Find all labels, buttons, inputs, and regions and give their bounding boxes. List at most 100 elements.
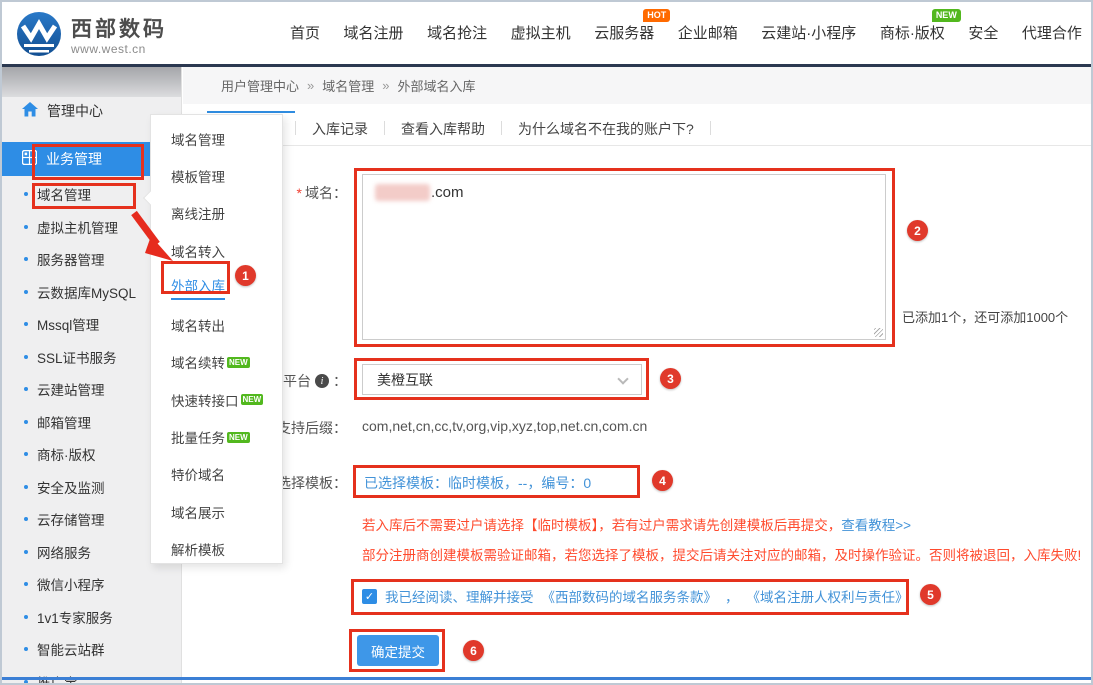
- breadcrumb: 用户管理中心 » 域名管理 » 外部域名入库: [183, 67, 1091, 104]
- brand-logo-icon: [16, 11, 62, 62]
- nav-security[interactable]: 安全: [968, 22, 998, 43]
- bullet-icon: [24, 257, 28, 261]
- tab-bar: 外部入库 入库记录 查看入库帮助 为什么域名不在我的账户下?: [183, 111, 1091, 146]
- terms-link-registrant-rights[interactable]: 《域名注册人权利与责任》: [747, 586, 909, 606]
- grid-icon: [22, 150, 37, 168]
- top-bar: 西部数码 www.west.cn 首页 域名注册 域名抢注 虚拟主机 云服务器H…: [2, 2, 1091, 67]
- view-tutorial-link[interactable]: 查看教程>>: [841, 518, 911, 533]
- chevron-down-icon: [617, 373, 628, 384]
- flyout-item-domain-transfer-out[interactable]: 域名转出: [151, 306, 282, 343]
- nav-enterprise-mail[interactable]: 企业邮箱: [678, 22, 738, 43]
- breadcrumb-separator: »: [307, 78, 314, 93]
- tab-storage-help[interactable]: 查看入库帮助: [385, 111, 501, 145]
- bullet-icon: [24, 355, 28, 359]
- brand-site-url: www.west.cn: [71, 42, 167, 56]
- bullet-icon: [24, 290, 28, 294]
- sidebar-item-management-center[interactable]: 管理中心: [22, 98, 103, 124]
- flyout-item-domain-management[interactable]: 域名管理: [151, 120, 282, 157]
- top-nav: 首页 域名注册 域名抢注 虚拟主机 云服务器HOT 企业邮箱 云建站·小程序 商…: [290, 2, 1082, 62]
- breadcrumb-current-page: 外部域名入库: [398, 76, 476, 95]
- bullet-icon: [24, 680, 28, 684]
- new-badge: NEW: [227, 357, 250, 368]
- home-icon: [22, 102, 38, 120]
- footer-accent-line: [2, 677, 1091, 680]
- flyout-item-domain-renewal[interactable]: 域名续转NEW: [151, 344, 282, 381]
- submit-button[interactable]: 确定提交: [357, 635, 439, 666]
- new-badge: NEW: [227, 432, 250, 443]
- flyout-item-special-domains[interactable]: 特价域名: [151, 456, 282, 493]
- bullet-icon: [24, 485, 28, 489]
- nav-agent[interactable]: 代理合作: [1022, 22, 1082, 43]
- supported-suffix-value: com,net,cn,cc,tv,org,vip,xyz,top,net.cn,…: [362, 418, 647, 434]
- sidebar-item-promotion[interactable]: 推广宝: [2, 666, 181, 685]
- sidebar-item-smart-cloud[interactable]: 智能云站群: [2, 633, 181, 666]
- flyout-item-template-management[interactable]: 模板管理: [151, 157, 282, 194]
- sidebar-item-wechat-miniprogram[interactable]: 微信小程序: [2, 568, 181, 601]
- required-mark: *: [297, 185, 302, 201]
- flyout-item-dns-template[interactable]: 解析模板: [151, 530, 282, 567]
- bullet-icon: [24, 582, 28, 586]
- step-badge-5: 5: [920, 584, 941, 605]
- platform-select[interactable]: 美橙互联: [362, 364, 642, 395]
- bullet-icon: [24, 225, 28, 229]
- flyout-item-quick-transfer-api[interactable]: 快速转接口NEW: [151, 381, 282, 418]
- bullet-icon: [24, 387, 28, 391]
- sidebar-home-label: 管理中心: [47, 101, 103, 121]
- new-badge: NEW: [932, 9, 961, 22]
- bullet-icon: [24, 420, 28, 424]
- sidebar-item-1v1-expert[interactable]: 1v1专家服务: [2, 601, 181, 634]
- domain-counter: 已添加1个，还可添加1000个: [902, 307, 1068, 326]
- agreement-checkbox[interactable]: ✓: [362, 589, 377, 604]
- tab-storage-records[interactable]: 入库记录: [296, 111, 384, 145]
- agreement-row: ✓ 我已经阅读、理解并接受 《西部数码的域名服务条款》 ， 《域名注册人权利与责…: [362, 586, 909, 606]
- breadcrumb-user-center[interactable]: 用户管理中心: [221, 76, 299, 95]
- textarea-resize-handle[interactable]: [874, 328, 883, 337]
- nav-domain-register[interactable]: 域名注册: [344, 22, 404, 43]
- notice-email-verification: 部分注册商创建模板需验证邮箱，若您选择了模板，提交后请关注对应的邮箱，及时操作验…: [362, 544, 1081, 564]
- page: 西部数码 www.west.cn 首页 域名注册 域名抢注 虚拟主机 云服务器H…: [0, 0, 1093, 685]
- nav-trademark[interactable]: 商标·版权NEW: [880, 22, 945, 43]
- nav-domain-backorder[interactable]: 域名抢注: [427, 22, 487, 43]
- tab-why-not-in-account[interactable]: 为什么域名不在我的账户下?: [502, 111, 710, 145]
- step-badge-3: 3: [660, 368, 681, 389]
- nav-virtual-host[interactable]: 虚拟主机: [511, 22, 571, 43]
- step-badge-1: 1: [235, 265, 256, 286]
- bullet-icon: [24, 647, 28, 651]
- flyout-item-domain-display[interactable]: 域名展示: [151, 493, 282, 530]
- notice-template-choice: 若入库后不需要过户请选择【临时模板】，若有过户需求请先创建模板后再提交，查看教程…: [362, 514, 911, 534]
- template-selected-link[interactable]: 已选择模板：临时模板，--，编号：0: [364, 473, 591, 493]
- nav-cloud-server[interactable]: 云服务器HOT: [594, 22, 654, 43]
- platform-selected-value: 美橙互联: [377, 370, 433, 390]
- terms-link-domain-service[interactable]: 《西部数码的域名服务条款》: [542, 586, 718, 606]
- new-badge: NEW: [241, 394, 264, 405]
- agreement-text: 我已经阅读、理解并接受: [385, 586, 534, 606]
- breadcrumb-domain-management[interactable]: 域名管理: [322, 76, 374, 95]
- step-badge-2: 2: [907, 220, 928, 241]
- sidebar-banner: [2, 67, 181, 97]
- nav-site-builder[interactable]: 云建站·小程序: [761, 22, 856, 43]
- redacted-domain-blur: [375, 184, 430, 201]
- domain-textarea[interactable]: .com: [362, 174, 886, 340]
- sidebar-section-label: 业务管理: [46, 149, 102, 169]
- brand-logo[interactable]: 西部数码 www.west.cn: [16, 11, 167, 62]
- bullet-icon: [24, 550, 28, 554]
- tab-divider: [710, 121, 711, 135]
- nav-home[interactable]: 首页: [290, 22, 320, 43]
- domain-management-flyout-menu: 域名管理 模板管理 离线注册 域名转入 外部入库 域名转出 域名续转NEW 快速…: [150, 114, 283, 564]
- breadcrumb-separator: »: [382, 78, 389, 93]
- bullet-icon: [24, 322, 28, 326]
- flyout-item-domain-transfer-in[interactable]: 域名转入: [151, 232, 282, 269]
- step-badge-4: 4: [652, 470, 673, 491]
- flyout-item-batch-tasks[interactable]: 批量任务NEW: [151, 418, 282, 455]
- flyout-item-offline-register[interactable]: 离线注册: [151, 195, 282, 232]
- hot-badge: HOT: [643, 9, 670, 22]
- brand-name: 西部数码: [71, 18, 167, 42]
- bullet-icon: [24, 192, 28, 196]
- domain-value-suffix: .com: [431, 184, 464, 201]
- info-icon[interactable]: i: [315, 374, 329, 388]
- flyout-item-external-storage[interactable]: 外部入库: [151, 269, 282, 306]
- agreement-separator: ，: [725, 586, 739, 606]
- bullet-icon: [24, 517, 28, 521]
- step-badge-6: 6: [463, 640, 484, 661]
- bullet-icon: [24, 452, 28, 456]
